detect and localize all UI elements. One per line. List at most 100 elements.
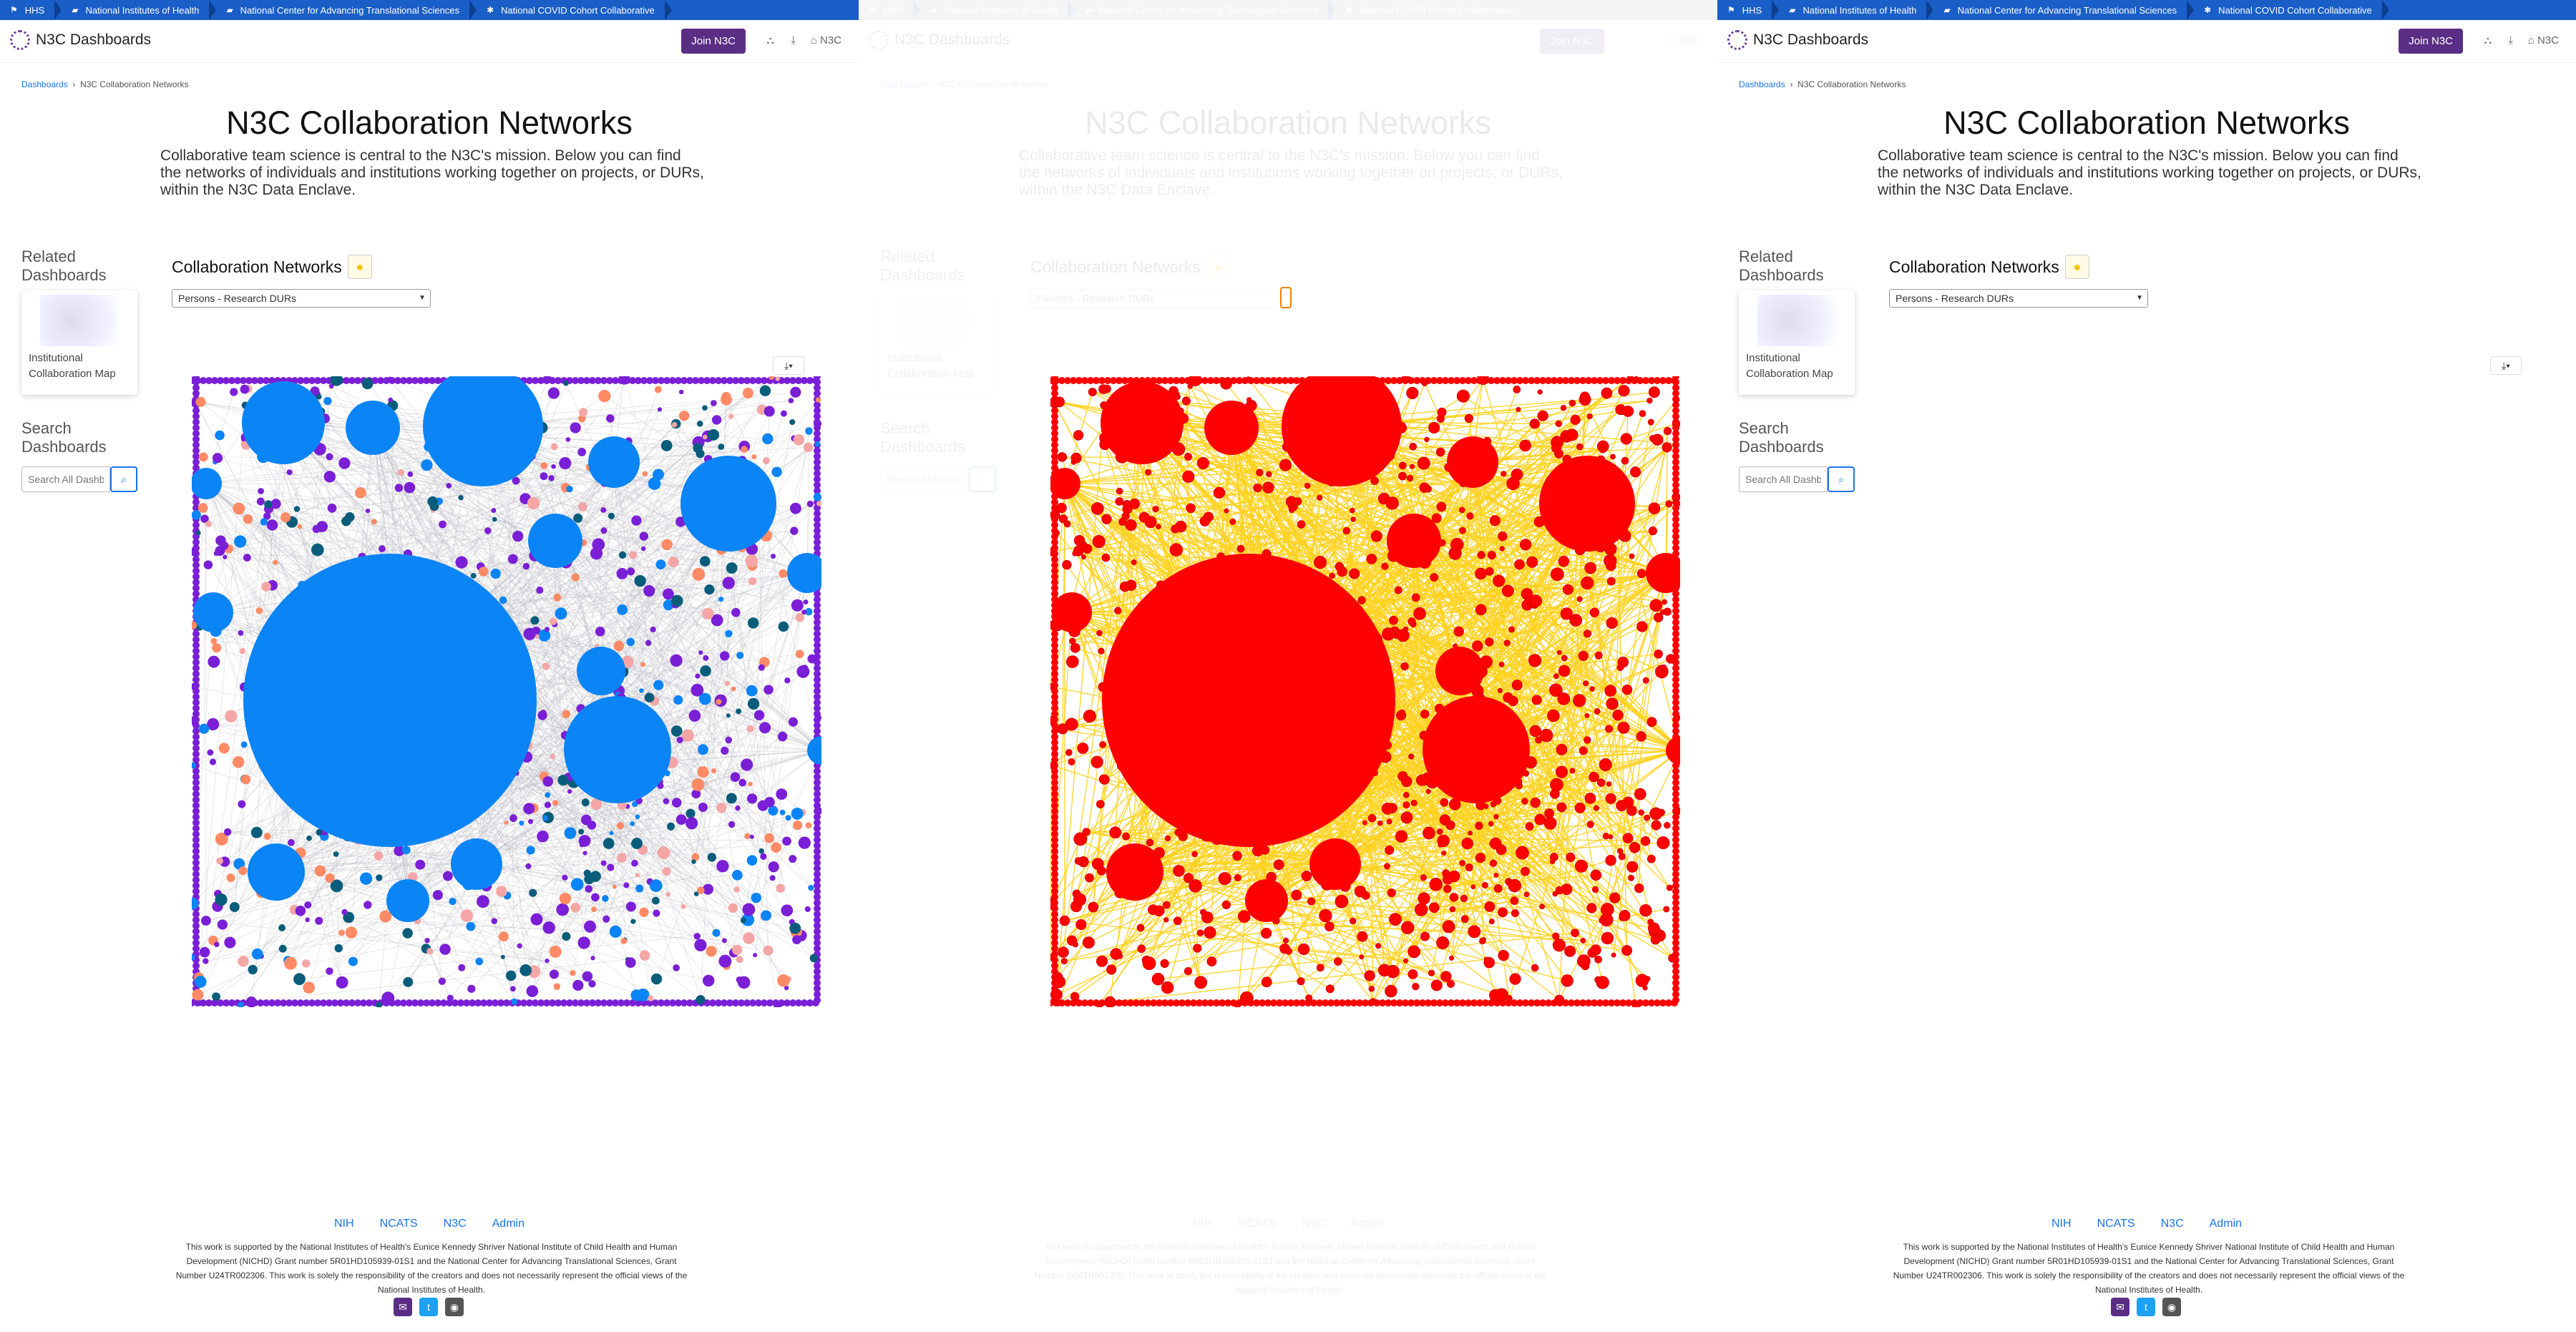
network-node[interactable] xyxy=(1297,943,1310,956)
network-node[interactable] xyxy=(631,838,643,849)
network-node[interactable] xyxy=(1136,924,1145,932)
network-node[interactable] xyxy=(651,896,660,905)
network-node[interactable] xyxy=(768,861,779,873)
network-node[interactable] xyxy=(1528,654,1542,667)
network-node[interactable] xyxy=(1350,516,1356,522)
network-node[interactable] xyxy=(1407,617,1416,626)
network-node[interactable] xyxy=(403,976,414,987)
network-node[interactable] xyxy=(323,396,332,406)
network-node[interactable] xyxy=(1428,421,1440,434)
network-node[interactable] xyxy=(1650,934,1661,945)
network-node[interactable] xyxy=(657,846,670,860)
network-hub-node[interactable] xyxy=(588,436,640,488)
network-node[interactable] xyxy=(1065,749,1073,756)
network-node[interactable] xyxy=(542,776,554,787)
network-node[interactable] xyxy=(1525,822,1534,831)
lightbulb-icon[interactable]: ● xyxy=(1206,255,1231,279)
network-node[interactable] xyxy=(657,407,663,412)
network-node[interactable] xyxy=(1583,680,1589,687)
network-node[interactable] xyxy=(1561,974,1574,987)
topbar-ncats[interactable]: ▰ National Center for Advancing Translati… xyxy=(1079,0,1328,20)
network-node[interactable] xyxy=(607,863,615,871)
network-node[interactable] xyxy=(1063,520,1071,528)
network-node[interactable] xyxy=(676,736,683,743)
network-node[interactable] xyxy=(365,508,371,514)
network-node[interactable] xyxy=(813,493,821,501)
network-node[interactable] xyxy=(1531,964,1539,972)
network-node[interactable] xyxy=(1098,647,1105,655)
network-node[interactable] xyxy=(1634,788,1646,800)
network-node[interactable] xyxy=(1153,905,1165,916)
network-node[interactable] xyxy=(530,913,543,926)
network-node[interactable] xyxy=(1514,559,1525,570)
network-node[interactable] xyxy=(1253,483,1262,493)
network-node[interactable] xyxy=(1260,927,1272,939)
network-node[interactable] xyxy=(1498,662,1505,667)
network-node[interactable] xyxy=(640,546,646,552)
network-node[interactable] xyxy=(1599,917,1606,924)
network-node[interactable] xyxy=(692,567,706,581)
network-node[interactable] xyxy=(1368,985,1375,992)
network-node[interactable] xyxy=(1639,903,1652,917)
network-node[interactable] xyxy=(741,758,753,771)
network-hub-node[interactable] xyxy=(1539,456,1635,552)
network-node[interactable] xyxy=(1475,567,1487,580)
network-node[interactable] xyxy=(1285,496,1297,507)
network-node[interactable] xyxy=(777,731,788,742)
network-node[interactable] xyxy=(536,587,544,594)
network-node[interactable] xyxy=(602,915,610,923)
network-node[interactable] xyxy=(724,680,730,686)
network-node[interactable] xyxy=(379,545,386,553)
network-node[interactable] xyxy=(1550,567,1564,582)
network-node[interactable] xyxy=(1584,712,1590,718)
network-node[interactable] xyxy=(804,906,811,912)
network-node[interactable] xyxy=(1400,815,1407,821)
network-node[interactable] xyxy=(1509,973,1521,985)
network-node[interactable] xyxy=(336,976,348,989)
network-node[interactable] xyxy=(207,749,214,756)
network-node[interactable] xyxy=(447,994,454,1002)
network-node[interactable] xyxy=(218,743,230,754)
network-node[interactable] xyxy=(1430,573,1439,582)
network-node[interactable] xyxy=(1088,901,1099,913)
network-node[interactable] xyxy=(1519,439,1531,452)
network-node[interactable] xyxy=(1424,436,1430,443)
network-node[interactable] xyxy=(1534,813,1546,826)
network-node[interactable] xyxy=(1580,937,1586,944)
network-node[interactable] xyxy=(1325,984,1335,994)
network-node[interactable] xyxy=(1561,434,1566,440)
network-node[interactable] xyxy=(1648,502,1661,515)
network-node[interactable] xyxy=(1659,664,1667,672)
network-node[interactable] xyxy=(522,562,530,570)
network-node[interactable] xyxy=(736,708,742,715)
network-node[interactable] xyxy=(1606,617,1618,630)
network-node[interactable] xyxy=(1186,503,1196,514)
network-node[interactable] xyxy=(1098,384,1108,394)
network-node[interactable] xyxy=(432,890,443,901)
network-node[interactable] xyxy=(364,901,372,909)
network-node[interactable] xyxy=(1137,944,1146,954)
network-node[interactable] xyxy=(1636,731,1646,742)
network-node[interactable] xyxy=(545,627,550,632)
network-node[interactable] xyxy=(1516,846,1529,860)
network-node[interactable] xyxy=(1590,869,1602,881)
network-node[interactable] xyxy=(1440,798,1449,807)
network-node[interactable] xyxy=(728,821,736,828)
network-node[interactable] xyxy=(735,805,741,811)
network-node[interactable] xyxy=(725,630,733,637)
network-node[interactable] xyxy=(748,781,753,787)
network-node[interactable] xyxy=(742,903,756,916)
network-node[interactable] xyxy=(1181,396,1191,406)
network-node[interactable] xyxy=(1508,626,1516,633)
network-node[interactable] xyxy=(1218,872,1231,886)
network-node[interactable] xyxy=(1146,838,1154,847)
network-node[interactable] xyxy=(1459,860,1466,866)
network-node[interactable] xyxy=(747,793,758,804)
network-node[interactable] xyxy=(697,744,708,755)
network-node[interactable] xyxy=(1072,941,1078,948)
network-node[interactable] xyxy=(1531,695,1542,705)
network-node[interactable] xyxy=(662,867,671,876)
network-node[interactable] xyxy=(1125,519,1137,532)
network-node[interactable] xyxy=(1389,615,1398,625)
network-node[interactable] xyxy=(1412,982,1420,991)
